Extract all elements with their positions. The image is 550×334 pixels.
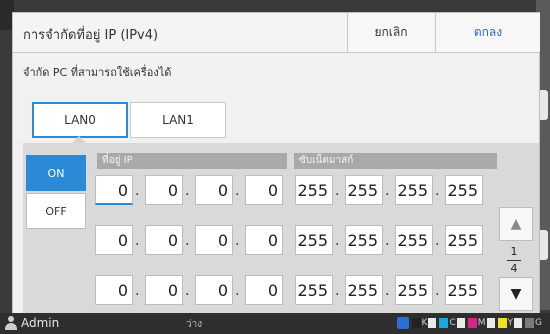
ink-swatch — [439, 318, 449, 328]
ip-octet-field[interactable]: 0 — [95, 225, 133, 255]
user-name: Admin — [21, 316, 60, 330]
dot-separator: . — [135, 283, 140, 299]
user-icon — [4, 316, 18, 330]
page-up-button[interactable]: ▲ — [499, 207, 533, 241]
dot-separator: . — [435, 283, 440, 299]
dot-separator: . — [435, 183, 440, 199]
mask-octet-field[interactable]: 255 — [445, 225, 483, 255]
dot-separator: . — [235, 233, 240, 249]
ink-level-bar — [456, 318, 465, 328]
ink-g: G — [525, 318, 542, 328]
ink-label: C — [449, 318, 456, 328]
mask-octet-field[interactable]: 255 — [295, 175, 333, 205]
ip-row: 0 . 0 . 0 . 0 255 . 255 . 255 . 255 — [95, 175, 499, 209]
off-button[interactable]: OFF — [26, 193, 86, 229]
ip-octet-field[interactable]: 0 — [245, 175, 283, 205]
ip-row: 0 . 0 . 0 . 0 255 . 255 . 255 . 255 — [95, 225, 499, 259]
dot-separator: . — [235, 183, 240, 199]
status-bar: Admin ว่าง K C M Y G — [0, 313, 550, 334]
current-page: 1 — [510, 245, 518, 258]
dot-separator: . — [135, 233, 140, 249]
ink-m: M — [467, 318, 495, 328]
ink-y: Y — [497, 318, 523, 328]
dot-separator: . — [435, 233, 440, 249]
ip-octet-field[interactable]: 0 — [95, 175, 133, 205]
tab-pointer — [72, 136, 86, 143]
ip-row: 0 . 0 . 0 . 0 255 . 255 . 255 . 255 — [95, 275, 499, 309]
pencil-icon — [396, 317, 409, 329]
ip-octet-field[interactable]: 0 — [245, 225, 283, 255]
dot-separator: . — [135, 183, 140, 199]
ip-octet-field[interactable]: 0 — [145, 225, 183, 255]
triangle-down-icon: ▼ — [510, 286, 522, 302]
subnet-mask-header: ซับเน็ตมาสก์ — [294, 153, 497, 169]
dialog-header: การจำกัดที่อยู่ IP (IPv4) ยกเลิก ตกลง — [13, 13, 540, 53]
ink-level-bar — [486, 318, 495, 328]
ip-octet-field[interactable]: 0 — [145, 175, 183, 205]
dot-separator: . — [185, 233, 190, 249]
page-indicator: 1 4 — [507, 245, 521, 276]
ink-level-bar — [514, 318, 523, 328]
tab-lan0[interactable]: LAN0 — [32, 102, 128, 138]
cancel-button[interactable]: ยกเลิก — [347, 13, 434, 52]
dot-separator: . — [335, 183, 340, 199]
triangle-up-icon: ▲ — [510, 216, 522, 232]
total-pages: 4 — [510, 262, 518, 275]
dot-separator: . — [335, 283, 340, 299]
ip-octet-field[interactable]: 0 — [195, 275, 233, 305]
mask-octet-field[interactable]: 255 — [295, 225, 333, 255]
ink-label: M — [477, 318, 486, 328]
ip-address-header: ที่อยู่ IP — [97, 153, 287, 169]
ink-levels: K C M Y G — [396, 317, 542, 329]
ok-button[interactable]: ตกลง — [435, 13, 540, 52]
ink-swatch — [525, 318, 535, 328]
ink-swatch — [497, 318, 507, 328]
mask-octet-field[interactable]: 255 — [345, 225, 383, 255]
ip-octet-field[interactable]: 0 — [95, 275, 133, 305]
dot-separator: . — [185, 283, 190, 299]
ink-swatch — [467, 318, 477, 328]
ink-label: K — [421, 318, 428, 328]
ip-octet-field[interactable]: 0 — [195, 225, 233, 255]
dot-separator: . — [385, 283, 390, 299]
ip-octet-field[interactable]: 0 — [195, 175, 233, 205]
ip-restriction-dialog: การจำกัดที่อยู่ IP (IPv4) ยกเลิก ตกลง จำ… — [12, 12, 540, 314]
ink-label: Y — [507, 318, 514, 328]
ink-c: C — [439, 318, 465, 328]
dialog-title: การจำกัดที่อยู่ IP (IPv4) — [23, 28, 159, 43]
mask-octet-field[interactable]: 255 — [295, 275, 333, 305]
dialog-subtitle: จำกัด PC ที่สามารถใช้เครื่องได้ — [23, 66, 172, 79]
mask-octet-field[interactable]: 255 — [445, 175, 483, 205]
dot-separator: . — [335, 233, 340, 249]
pager: ▲ 1 4 ▼ — [499, 207, 533, 311]
tab-lan1[interactable]: LAN1 — [130, 102, 226, 138]
mask-octet-field[interactable]: 255 — [395, 275, 433, 305]
dot-separator: . — [385, 233, 390, 249]
ip-settings-panel: ON OFF ที่อยู่ IP ซับเน็ตมาสก์ 0 . 0 . 0… — [23, 143, 539, 313]
dot-separator: . — [185, 183, 190, 199]
user-indicator[interactable]: Admin — [4, 316, 59, 330]
dot-separator: . — [385, 183, 390, 199]
dot-separator: . — [235, 283, 240, 299]
mask-octet-field[interactable]: 255 — [395, 175, 433, 205]
machine-status: ว่าง — [186, 319, 203, 330]
mask-octet-field[interactable]: 255 — [395, 225, 433, 255]
mask-octet-field[interactable]: 255 — [445, 275, 483, 305]
on-button[interactable]: ON — [26, 155, 86, 191]
ink-level-bar — [428, 318, 437, 328]
ip-octet-field[interactable]: 0 — [145, 275, 183, 305]
ip-octet-field[interactable]: 0 — [245, 275, 283, 305]
fraction-line — [507, 260, 521, 261]
mask-octet-field[interactable]: 255 — [345, 175, 383, 205]
ink-label: G — [535, 318, 542, 328]
page-down-button[interactable]: ▼ — [499, 277, 533, 311]
ink-k: K — [411, 318, 437, 328]
ink-swatch — [411, 318, 421, 328]
mask-octet-field[interactable]: 255 — [345, 275, 383, 305]
